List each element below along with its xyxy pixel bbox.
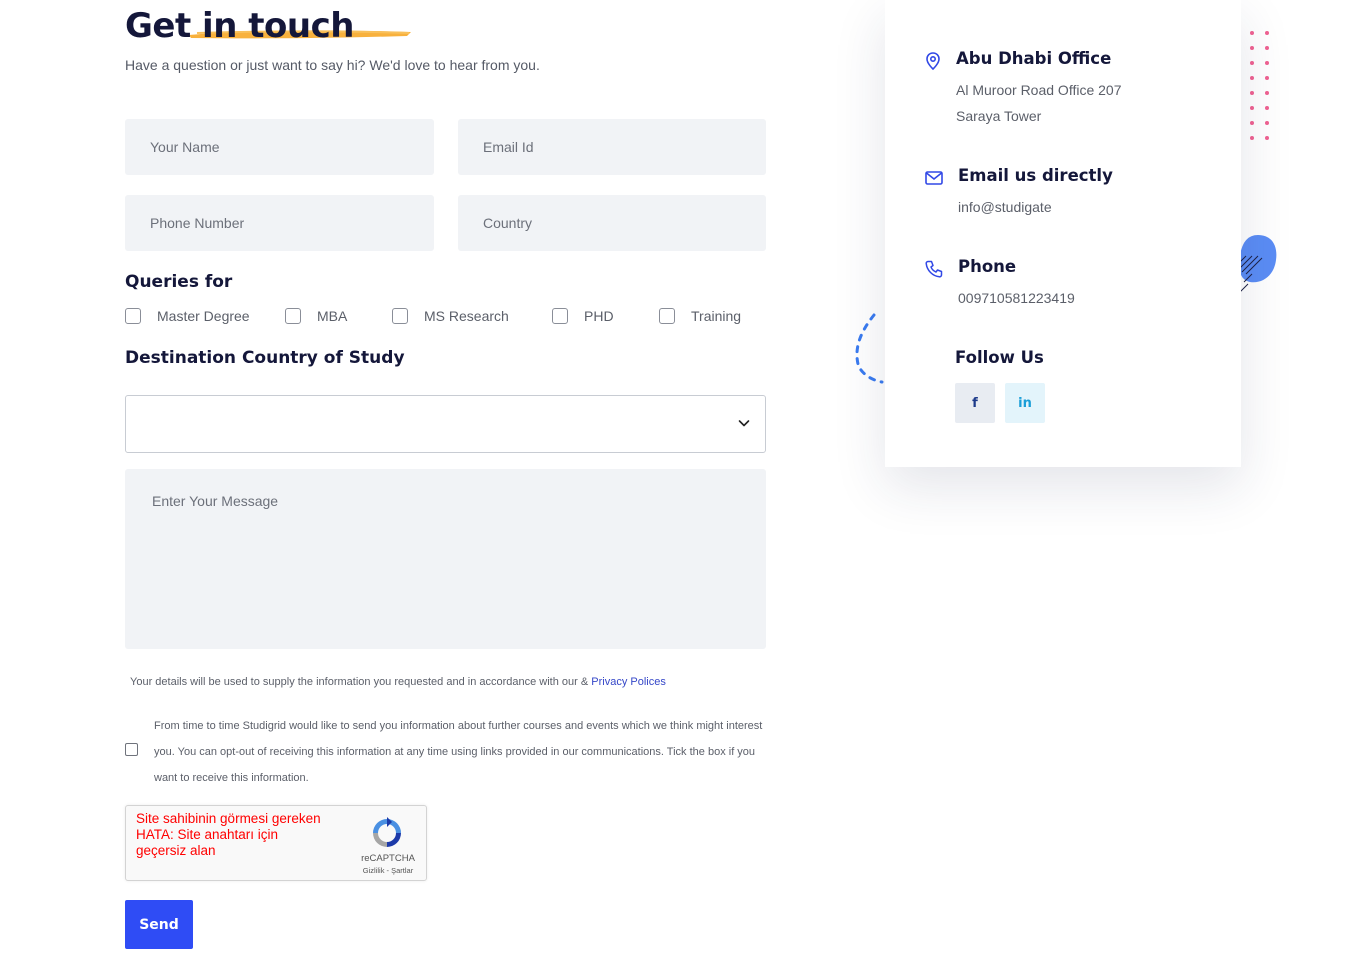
name-input[interactable] — [125, 119, 434, 175]
phone-icon — [925, 260, 943, 278]
phone-value[interactable]: 009710581223419 — [958, 285, 1075, 311]
query-ms-research[interactable]: MS Research — [392, 306, 509, 326]
recaptcha-links[interactable]: Gizlilik - Şartlar — [348, 866, 428, 875]
send-button[interactable]: Send — [125, 900, 193, 949]
checkbox[interactable] — [659, 308, 675, 324]
email-title: Email us directly — [958, 166, 1113, 185]
query-training[interactable]: Training — [659, 306, 741, 326]
checkbox-label: Training — [691, 308, 742, 324]
arc-dash-decoration — [855, 313, 884, 384]
checkbox[interactable] — [285, 308, 301, 324]
email-input[interactable] — [458, 119, 766, 175]
privacy-text: Your details will be used to supply the … — [130, 676, 592, 688]
phone-title: Phone — [958, 257, 1017, 276]
privacy-notice: Your details will be used to supply the … — [130, 676, 666, 688]
recaptcha-error: Site sahibinin görmesi gereken HATA: Sit… — [136, 811, 321, 858]
destination-country-select[interactable] — [125, 395, 766, 453]
checkbox[interactable] — [392, 308, 408, 324]
linkedin-icon[interactable]: in — [1005, 383, 1045, 423]
privacy-policy-link[interactable]: Privacy Polices — [591, 676, 666, 688]
dots-pattern-decoration — [1250, 31, 1269, 140]
office-title: Abu Dhabi Office — [956, 49, 1112, 68]
page-title: Get in touch — [125, 6, 354, 46]
office-address-line1: Al Muroor Road Office 207 — [956, 82, 1122, 98]
office-address-line2: Saraya Tower — [956, 108, 1042, 124]
destination-country-label: Destination Country of Study — [125, 348, 405, 368]
country-input[interactable] — [458, 195, 766, 251]
phone-input[interactable] — [125, 195, 434, 251]
page-subtitle: Have a question or just want to say hi? … — [125, 57, 540, 73]
message-textarea[interactable] — [125, 469, 766, 649]
query-master-degree[interactable]: Master Degree — [125, 306, 250, 326]
follow-us-title: Follow Us — [955, 348, 1044, 367]
facebook-icon[interactable]: f — [955, 383, 995, 423]
checkbox-label: MS Research — [424, 308, 509, 324]
optin-checkbox[interactable] — [125, 743, 138, 756]
query-mba[interactable]: MBA — [285, 306, 347, 326]
checkbox-label: Master Degree — [157, 308, 250, 324]
checkbox-label: PHD — [584, 308, 614, 324]
heading-block: Get in touch — [125, 4, 411, 48]
chevron-down-icon — [738, 420, 750, 427]
email-value[interactable]: info@studigate — [958, 194, 1052, 220]
checkbox[interactable] — [552, 308, 568, 324]
envelope-icon — [925, 171, 943, 185]
checkbox[interactable] — [125, 308, 141, 324]
checkbox-label: MBA — [317, 308, 348, 324]
optin-text: From time to time Studigrid would like t… — [154, 720, 763, 784]
queries-label: Queries for — [125, 272, 233, 292]
contact-info-card: Abu Dhabi Office Al Muroor Road Office 2… — [885, 0, 1241, 467]
recaptcha-brand: reCAPTCHA — [361, 853, 415, 864]
query-phd[interactable]: PHD — [552, 306, 614, 326]
recaptcha-widget[interactable]: Site sahibinin görmesi gereken HATA: Sit… — [125, 805, 427, 881]
map-pin-icon — [926, 52, 940, 71]
recaptcha-logo-icon — [373, 817, 401, 847]
